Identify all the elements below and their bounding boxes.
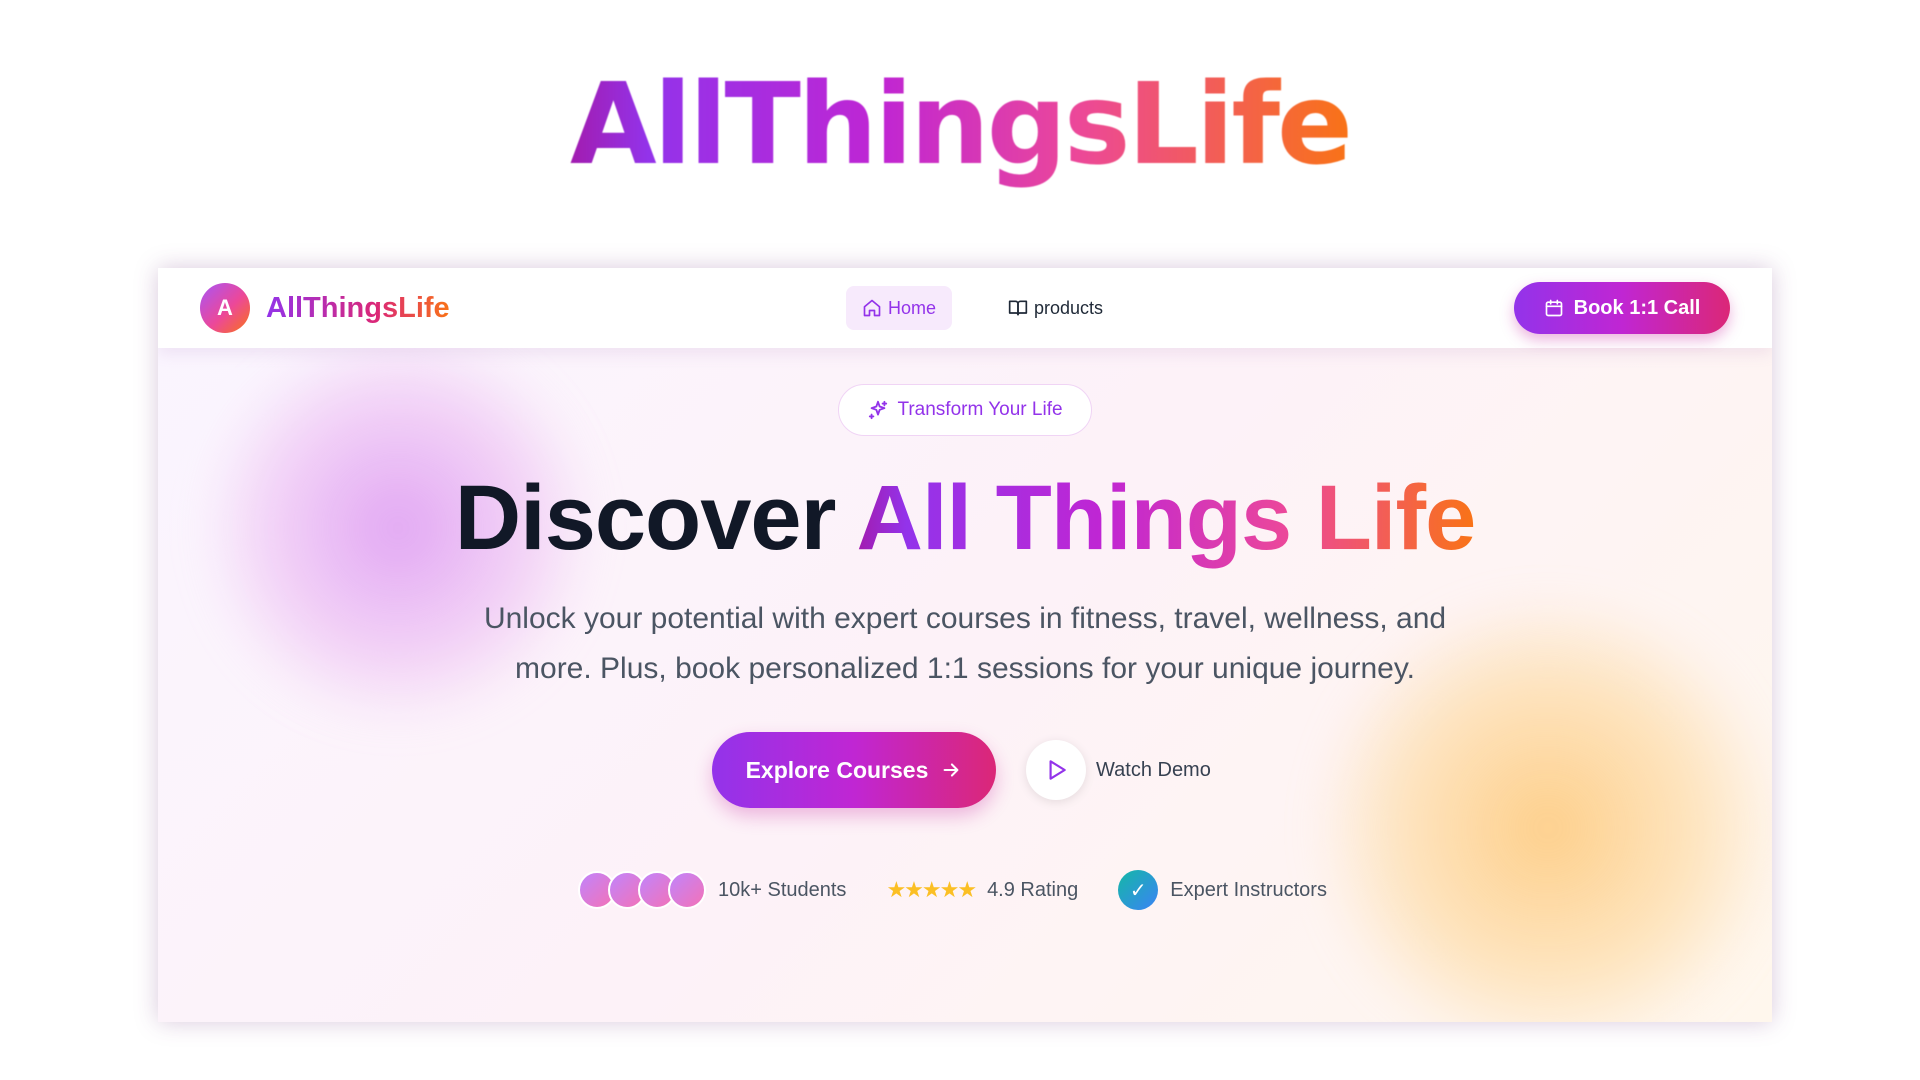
play-button-circle — [1026, 740, 1086, 800]
book-open-icon — [1008, 300, 1028, 316]
explore-courses-button[interactable]: Explore Courses — [712, 732, 996, 808]
brand-logo-avatar: A — [200, 283, 250, 333]
screenshot-card: A AllThingsLife Home products Book 1:1 C… — [158, 268, 1772, 1022]
book-call-button[interactable]: Book 1:1 Call — [1514, 282, 1730, 334]
home-icon — [863, 299, 881, 317]
brand-name: AllThingsLife — [266, 291, 450, 324]
student-avatars — [578, 871, 706, 909]
hero-subtext: Unlock your potential with expert course… — [483, 602, 1447, 685]
arrow-right-icon — [943, 763, 959, 777]
headline-plain: Discover — [454, 467, 857, 569]
hero-headline: Discover All Things Life — [158, 467, 1772, 569]
check-icon: ✓ — [1118, 870, 1159, 910]
transform-badge-label: Transform Your Life — [897, 399, 1063, 420]
social-proof-stats: 10k+ Students ★★★★★ 4.9 Rating ✓ Expert … — [578, 868, 1327, 912]
watch-demo-label: Watch Demo — [1096, 758, 1211, 781]
nav-home-label: Home — [887, 297, 936, 318]
brand-link[interactable]: A AllThingsLife — [200, 283, 450, 333]
sparkles-icon — [869, 400, 888, 420]
nav-products-link[interactable]: products — [1008, 286, 1103, 330]
nav-products-label: products — [1034, 297, 1104, 318]
book-call-label: Book 1:1 Call — [1573, 296, 1701, 319]
watch-demo-button[interactable]: Watch Demo — [1026, 740, 1211, 800]
nav-home-link[interactable]: Home — [846, 286, 952, 330]
avatar — [668, 871, 706, 909]
top-logo-text: AllThingsLife — [570, 60, 1353, 190]
calendar-icon — [1545, 299, 1562, 317]
transform-badge: Transform Your Life — [838, 384, 1092, 436]
top-logo: AllThingsLife — [0, 60, 1920, 190]
headline-gradient: All Things Life — [856, 467, 1477, 569]
play-icon — [1049, 760, 1066, 780]
explore-courses-label: Explore Courses — [745, 756, 929, 783]
navbar: A AllThingsLife Home products Book 1:1 C… — [158, 268, 1772, 348]
expert-instructors-label: Expert Instructors — [1170, 878, 1327, 901]
rating-value: 4.9 Rating — [987, 878, 1079, 901]
students-count: 10k+ Students — [718, 878, 847, 901]
star-rating-icons: ★★★★★ — [886, 877, 977, 902]
